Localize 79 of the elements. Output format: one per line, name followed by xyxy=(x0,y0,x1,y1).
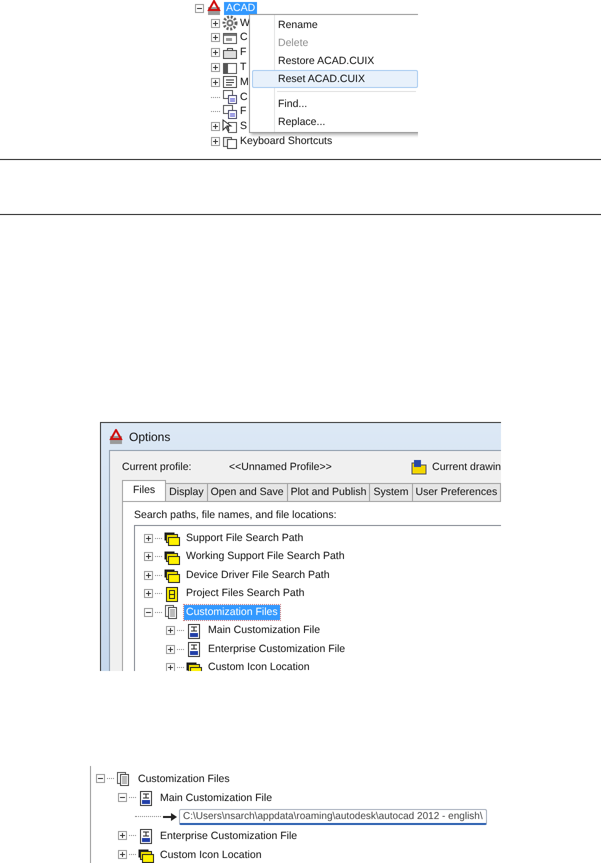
tree-item[interactable]: T xyxy=(240,61,246,74)
expand-icon[interactable] xyxy=(144,552,153,562)
expand-icon[interactable] xyxy=(211,18,220,28)
menu-item[interactable]: Reset ACAD.CUIX xyxy=(252,70,418,88)
menu-item[interactable]: Restore ACAD.CUIX xyxy=(252,52,418,70)
tab[interactable]: Display xyxy=(166,483,208,501)
expand-icon[interactable] xyxy=(211,78,220,87)
expand-icon[interactable] xyxy=(211,63,220,72)
expand-icon[interactable] xyxy=(144,589,153,598)
menu-item[interactable]: Rename xyxy=(252,16,418,34)
tab[interactable]: System xyxy=(370,483,412,501)
file-icon xyxy=(186,641,202,658)
expand-icon[interactable] xyxy=(211,48,220,58)
expand-icon[interactable] xyxy=(166,644,175,654)
tree-item[interactable]: Customization Files xyxy=(138,772,230,784)
tree-item[interactable]: C xyxy=(240,31,248,44)
list-icon xyxy=(222,74,238,90)
tree-item[interactable]: Main Customization File xyxy=(160,792,272,804)
tree-item[interactable]: F xyxy=(240,46,246,60)
menu-item[interactable]: Replace... xyxy=(252,113,418,131)
tree-item[interactable]: Support File Search Path xyxy=(184,530,306,546)
tree-item[interactable]: Enterprise Customization File xyxy=(206,642,348,657)
profile-name: <<Unnamed Profile>> xyxy=(229,461,332,473)
instruction-text: Search paths, file names, and file locations: xyxy=(134,509,338,521)
tab[interactable]: Open and Save xyxy=(208,483,288,501)
menu-item[interactable]: Find... xyxy=(252,95,418,113)
tree-item[interactable]: W xyxy=(240,16,250,30)
tree-item[interactable]: Enterprise Customization File xyxy=(160,830,298,842)
triangle-logo-icon xyxy=(108,428,124,444)
collapse-icon[interactable] xyxy=(118,793,127,802)
expand-icon[interactable] xyxy=(118,831,127,840)
tree-item[interactable]: Project Files Search Path xyxy=(184,586,306,602)
path-field[interactable]: C:\Users\nsarch\appdata\roaming\autodesk\autocad 2012 - english\ xyxy=(179,808,487,824)
gear-icon xyxy=(222,15,238,32)
documents-icon xyxy=(116,770,132,786)
tree-item[interactable]: Working Support File Search Path xyxy=(184,549,347,564)
tree-item[interactable]: Device Driver File Search Path xyxy=(184,568,332,583)
expand-icon[interactable] xyxy=(211,122,220,132)
expand-icon[interactable] xyxy=(211,137,220,146)
tab[interactable]: User Preferences xyxy=(412,483,501,501)
expand-icon[interactable] xyxy=(118,850,127,859)
profile-label: Current profile: xyxy=(122,461,192,473)
tab[interactable]: Plot and Publish xyxy=(288,483,370,501)
file-icon xyxy=(138,828,154,844)
tree-item[interactable]: Keyboard Shortcuts xyxy=(240,135,332,148)
expand-icon[interactable] xyxy=(144,534,153,543)
tree-item[interactable]: F xyxy=(240,105,246,118)
expand-icon[interactable] xyxy=(144,570,153,580)
documents-icon xyxy=(164,604,180,620)
collapse-icon[interactable] xyxy=(144,608,153,617)
tree-item[interactable]: C xyxy=(240,90,248,104)
window-title: Options xyxy=(129,430,170,444)
tree-item[interactable]: Custom Icon Location xyxy=(160,848,262,860)
tab[interactable]: Files xyxy=(122,480,166,501)
tree-item[interactable]: S xyxy=(240,120,248,134)
project-icon xyxy=(164,586,180,602)
folders-icon xyxy=(164,548,180,565)
window-icon xyxy=(222,30,238,46)
expand-icon[interactable] xyxy=(166,663,175,671)
expand-icon[interactable] xyxy=(166,626,175,636)
collapse-icon[interactable] xyxy=(195,4,204,13)
dialog-icon xyxy=(222,104,238,120)
dialog-icon xyxy=(222,89,238,106)
triangle-logo-icon xyxy=(206,0,222,16)
cursor-icon xyxy=(222,118,238,135)
file-icon xyxy=(138,790,154,806)
folders-icon xyxy=(164,530,180,546)
tree-item[interactable]: M xyxy=(240,76,249,89)
tree-item[interactable]: Main Customization File xyxy=(206,623,322,638)
expand-icon[interactable] xyxy=(211,33,220,42)
file-icon xyxy=(186,622,202,639)
folders-icon xyxy=(164,567,180,584)
collapse-icon[interactable] xyxy=(96,774,105,783)
tree-item[interactable]: Custom Icon Location xyxy=(206,660,312,671)
folders-icon xyxy=(138,846,154,862)
folder-icon xyxy=(411,459,428,475)
drawing-label: Current drawin xyxy=(432,461,501,473)
arrow-icon xyxy=(163,812,177,822)
folders-icon xyxy=(186,660,202,671)
